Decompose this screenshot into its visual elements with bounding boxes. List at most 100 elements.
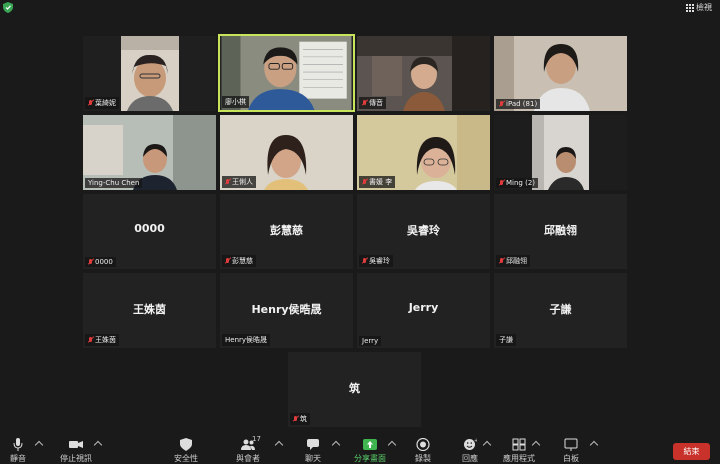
- participants-options-chevron-icon[interactable]: [274, 440, 284, 450]
- muted-mic-icon: [499, 180, 504, 186]
- participant-tile-no-video[interactable]: 吳睿玲 吳睿玲: [357, 194, 490, 269]
- chat-bubble-icon: [307, 439, 319, 450]
- chat-button[interactable]: 聊天: [305, 438, 321, 464]
- participant-tile-no-video[interactable]: 0000 0000: [83, 194, 216, 269]
- participant-name: iPad (81): [506, 100, 538, 108]
- muted-mic-icon: [499, 258, 504, 264]
- participant-count-badge: 17: [252, 435, 261, 443]
- participant-name: 筑: [300, 415, 307, 423]
- share-options-chevron-icon[interactable]: [387, 440, 397, 450]
- participant-name-tag: 筑: [290, 413, 310, 425]
- muted-mic-icon: [362, 258, 367, 264]
- mute-button[interactable]: 靜音: [10, 438, 26, 464]
- participant-name: 邱融翎: [506, 257, 527, 265]
- participant-name: 0000: [95, 258, 113, 266]
- participants-button[interactable]: 與會者 17: [236, 435, 261, 464]
- participant-tile[interactable]: 葉綺妮: [83, 36, 216, 111]
- whiteboard-button[interactable]: 白板: [563, 438, 579, 464]
- smiley-icon: +: [464, 438, 477, 450]
- participant-name-tag: Henry侯晧晟: [222, 334, 271, 346]
- participant-name: 子謙: [499, 336, 513, 344]
- participant-tile-no-video[interactable]: Jerry Jerry: [357, 273, 490, 348]
- reactions-label: 回應: [462, 454, 478, 463]
- participant-name: 葉綺妮: [95, 99, 116, 107]
- participant-name: Henry侯晧晟: [225, 336, 268, 344]
- participant-display-name: 0000: [134, 222, 165, 235]
- participant-name-tag: 吳睿玲: [359, 255, 393, 267]
- whiteboard-options-chevron-icon[interactable]: [589, 440, 599, 450]
- participant-name: Jerry: [362, 337, 379, 345]
- video-camera-icon: [69, 441, 83, 448]
- meeting-controls-toolbar: 靜音 停止視訊 安全性 與會者 17 聊天 分享畫面 錄製 + 回應 應用程式: [0, 432, 720, 464]
- participant-name-tag: 王俐人: [222, 176, 256, 188]
- svg-text:+: +: [474, 438, 477, 444]
- participant-tile[interactable]: Ming (2): [494, 115, 627, 190]
- participant-name: 書媛 李: [369, 178, 393, 186]
- chat-options-chevron-icon[interactable]: [331, 440, 341, 450]
- share-screen-button[interactable]: 分享畫面: [354, 438, 386, 464]
- security-button[interactable]: 安全性: [174, 438, 198, 464]
- participant-name: 王姝茵: [95, 336, 116, 344]
- participant-display-name: 王姝茵: [133, 303, 166, 316]
- participant-tile-active-speaker[interactable]: 廖小棋: [218, 34, 355, 112]
- participant-tile-no-video[interactable]: 筑 筑: [288, 352, 421, 427]
- muted-mic-icon: [88, 337, 93, 343]
- muted-mic-icon: [225, 179, 230, 185]
- participant-display-name: Jerry: [408, 301, 439, 314]
- participant-display-name: 筑: [349, 382, 360, 395]
- participant-name-tag: 廖小棋: [222, 96, 249, 108]
- muted-mic-icon: [225, 258, 230, 264]
- stop-video-label: 停止視訊: [60, 454, 92, 463]
- participant-name-tag: 書媛 李: [359, 176, 396, 188]
- participant-name-tag: 子謙: [496, 334, 516, 346]
- muted-mic-icon: [293, 416, 298, 422]
- apps-button[interactable]: 應用程式: [503, 438, 535, 464]
- participant-tile-no-video[interactable]: 子謙 子謙: [494, 273, 627, 348]
- participant-display-name: 吳睿玲: [407, 224, 440, 237]
- gallery-view: 葉綺妮 廖小棋 傳音 iPad (81) Ying-Chu Chen 王俐人 書…: [0, 0, 720, 432]
- muted-mic-icon: [88, 100, 93, 106]
- audio-options-chevron-icon[interactable]: [34, 440, 44, 450]
- participant-name: Ming (2): [506, 179, 536, 187]
- participant-name: 廖小棋: [225, 98, 246, 106]
- record-label: 錄製: [415, 454, 431, 463]
- whiteboard-label: 白板: [563, 454, 579, 463]
- participant-name-tag: iPad (81): [496, 99, 541, 109]
- end-meeting-button[interactable]: 結束: [673, 443, 710, 460]
- participant-name-tag: 王姝茵: [85, 334, 119, 346]
- participant-display-name: 彭慧慈: [270, 224, 303, 237]
- participant-name-tag: 傳音: [359, 97, 386, 109]
- participant-tile[interactable]: 傳音: [357, 36, 490, 111]
- share-screen-icon: [363, 439, 377, 450]
- participant-tile[interactable]: iPad (81): [494, 36, 627, 111]
- participant-name-tag: 0000: [85, 257, 116, 267]
- participant-name: 彭慧慈: [232, 257, 253, 265]
- whiteboard-icon: [564, 438, 578, 451]
- share-screen-label: 分享畫面: [354, 454, 386, 463]
- video-options-chevron-icon[interactable]: [93, 440, 103, 450]
- record-button[interactable]: 錄製: [415, 438, 431, 464]
- apps-label: 應用程式: [503, 454, 535, 463]
- participant-tile[interactable]: Ying-Chu Chen: [83, 115, 216, 190]
- participant-tile[interactable]: 書媛 李: [357, 115, 490, 190]
- participant-name-tag: 葉綺妮: [85, 97, 119, 109]
- muted-mic-icon: [362, 179, 367, 185]
- microphone-icon: [13, 438, 23, 451]
- participant-name: 傳音: [369, 99, 383, 107]
- reactions-button[interactable]: + 回應: [462, 438, 478, 464]
- participant-name-tag: 彭慧慈: [222, 255, 256, 267]
- muted-mic-icon: [499, 101, 504, 107]
- participant-name: 王俐人: [232, 178, 253, 186]
- shield-icon: [180, 438, 192, 451]
- reactions-options-chevron-icon[interactable]: [482, 440, 492, 450]
- participant-display-name: Henry侯晧晟: [251, 303, 322, 316]
- participant-tile-no-video[interactable]: Henry侯晧晟 Henry侯晧晟: [220, 273, 353, 348]
- participant-name-tag: 邱融翎: [496, 255, 530, 267]
- stop-video-button[interactable]: 停止視訊: [60, 438, 92, 464]
- participant-tile-no-video[interactable]: 邱融翎 邱融翎: [494, 194, 627, 269]
- participant-name: 吳睿玲: [369, 257, 390, 265]
- apps-icon: [512, 438, 526, 451]
- participant-tile[interactable]: 王俐人: [220, 115, 353, 190]
- participant-tile-no-video[interactable]: 彭慧慈 彭慧慈: [220, 194, 353, 269]
- participant-tile-no-video[interactable]: 王姝茵 王姝茵: [83, 273, 216, 348]
